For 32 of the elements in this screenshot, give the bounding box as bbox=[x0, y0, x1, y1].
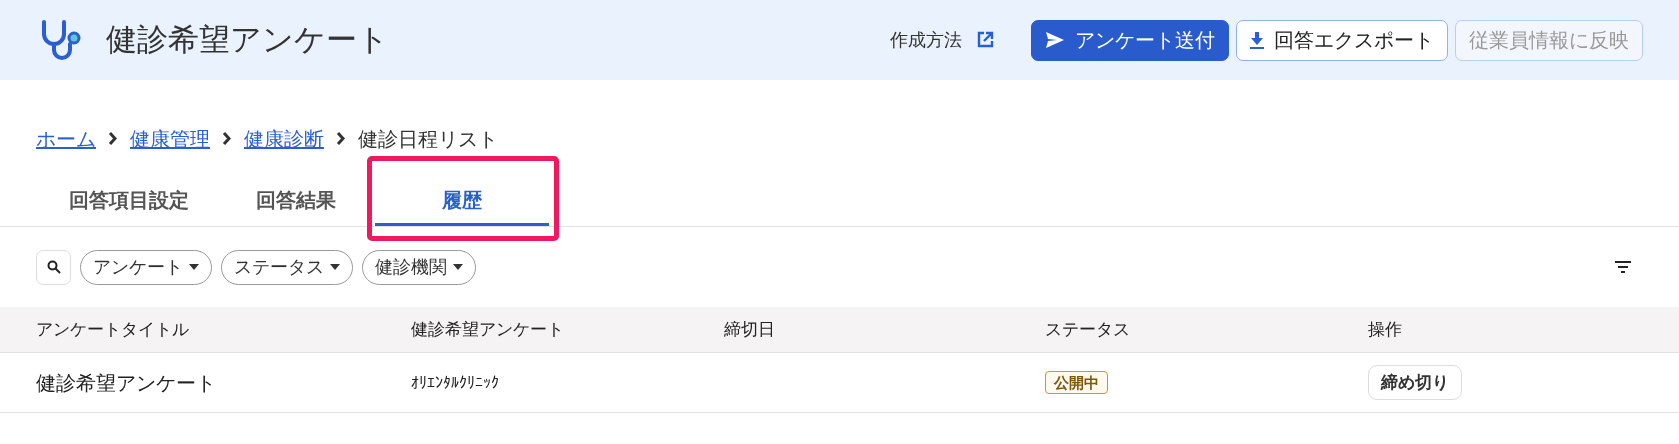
external-link-icon bbox=[976, 31, 994, 49]
breadcrumb-link[interactable]: 健康診断 bbox=[244, 123, 324, 154]
page-title: 健診希望アンケート bbox=[106, 20, 389, 59]
column-header: 操作 bbox=[1368, 318, 1403, 341]
tab[interactable]: 回答結果 bbox=[221, 176, 371, 226]
chevron-right-icon bbox=[336, 131, 346, 146]
chevron-right-icon bbox=[222, 131, 232, 146]
caret-icon bbox=[189, 264, 199, 270]
filter-icon[interactable] bbox=[1615, 261, 1631, 273]
caret-icon bbox=[330, 264, 340, 270]
column-header: アンケートタイトル bbox=[36, 318, 190, 341]
status-badge: 公開中 bbox=[1045, 370, 1108, 394]
send-button[interactable]: アンケート送付 bbox=[1031, 19, 1229, 61]
table-cell-text: 健診希望アンケート bbox=[36, 370, 217, 396]
tab[interactable]: 回答項目設定 bbox=[36, 176, 221, 226]
breadcrumb-current: 健診日程リスト bbox=[358, 126, 498, 152]
close-survey-button[interactable]: 締め切り bbox=[1368, 365, 1462, 400]
download-icon bbox=[1250, 31, 1264, 49]
table-cell-text: ｵﾘｴﾝﾀﾙｸﾘﾆｯｸ bbox=[411, 372, 500, 393]
help-link[interactable]: 作成方法 bbox=[890, 26, 994, 54]
chevron-right-icon bbox=[108, 131, 118, 146]
column-header: 健診希望アンケート bbox=[411, 318, 565, 341]
breadcrumb-link[interactable]: 健康管理 bbox=[130, 123, 210, 154]
column-header: ステータス bbox=[1045, 318, 1131, 341]
tab[interactable]: 履歴 bbox=[375, 176, 549, 226]
search-icon bbox=[46, 260, 61, 274]
caret-icon bbox=[453, 264, 463, 270]
search-button[interactable] bbox=[36, 249, 71, 285]
send-icon bbox=[1045, 31, 1065, 49]
column-header: 締切日 bbox=[724, 318, 776, 341]
breadcrumb-link[interactable]: ホーム bbox=[36, 123, 96, 154]
action-button[interactable]: 回答エクスポート bbox=[1236, 19, 1448, 61]
